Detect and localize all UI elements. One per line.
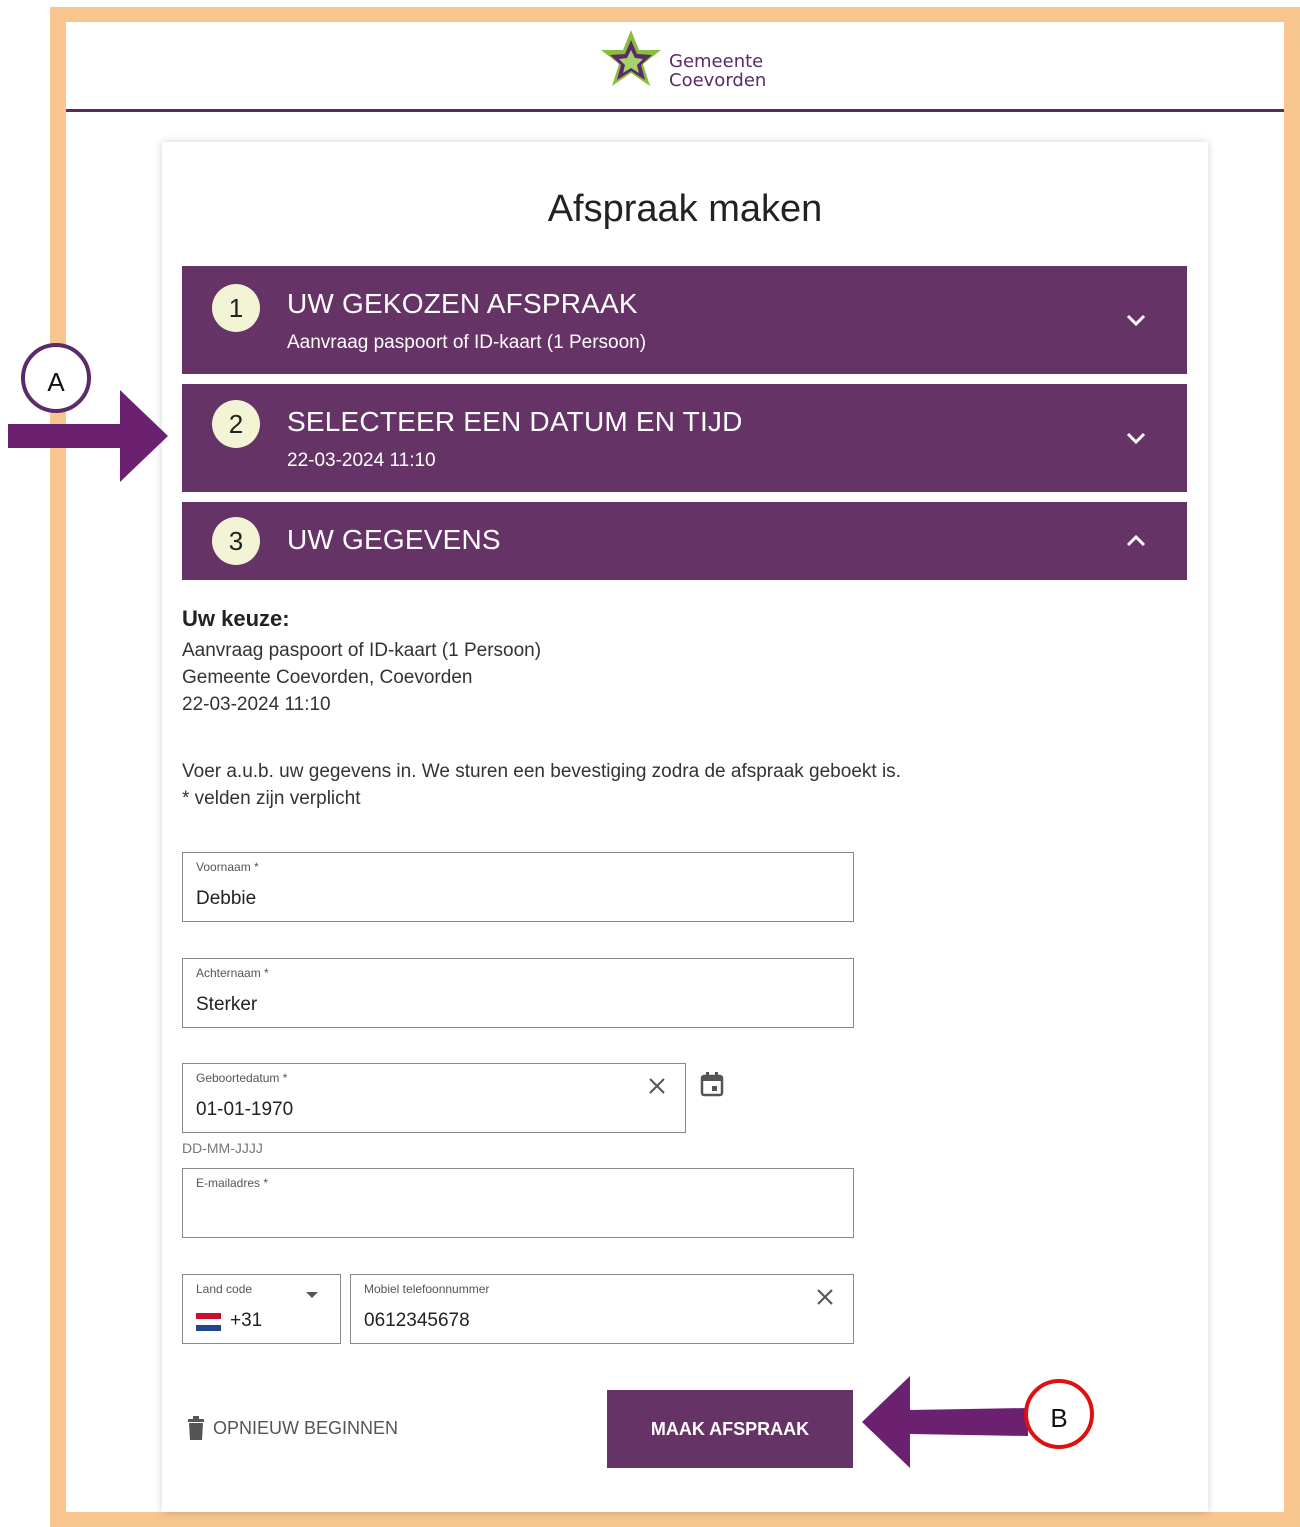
page-title: Afspraak maken: [547, 188, 823, 230]
step-2-header[interactable]: 2 SELECTEER EEN DATUM EN TIJD 22-03-2024…: [182, 384, 1187, 492]
birthdate-value[interactable]: 01-01-1970: [196, 1099, 293, 1121]
annotation-marker-b: B: [1024, 1379, 1094, 1449]
summary-heading: Uw keuze:: [182, 606, 290, 631]
last-name-field[interactable]: Achternaam * Sterker: [182, 958, 854, 1028]
last-name-label: Achternaam *: [196, 966, 269, 980]
birthdate-hint: DD-MM-JJJJ: [182, 1140, 263, 1156]
chevron-down-icon[interactable]: [1125, 309, 1147, 331]
first-name-field[interactable]: Voornaam * Debbie: [182, 852, 854, 922]
first-name-value[interactable]: Debbie: [196, 888, 256, 910]
logo-line-1: Gemeente: [669, 51, 764, 72]
calendar-icon[interactable]: [699, 1071, 725, 1097]
instructions-text: Voer a.u.b. uw gegevens in. We sturen ee…: [182, 761, 901, 782]
step-1-number: 1: [212, 284, 260, 332]
step-3-number: 3: [212, 517, 260, 565]
header-divider: [66, 109, 1284, 112]
make-appointment-button[interactable]: MAAK AFSPRAAK: [607, 1390, 853, 1468]
first-name-label: Voornaam *: [196, 860, 259, 874]
step-2-title: SELECTEER EEN DATUM EN TIJD: [287, 406, 743, 437]
summary-line-service: Aanvraag paspoort of ID-kaart (1 Persoon…: [182, 640, 542, 661]
step-3-title: UW GEGEVENS: [287, 524, 501, 555]
country-code-value: +31: [230, 1310, 263, 1331]
chevron-down-icon[interactable]: [1125, 427, 1147, 449]
phone-value[interactable]: 0612345678: [364, 1310, 470, 1332]
birthdate-field[interactable]: Geboortedatum * 01-01-1970: [182, 1063, 686, 1133]
logo-star-icon: [601, 30, 661, 86]
trash-icon: [188, 1416, 204, 1440]
last-name-value[interactable]: Sterker: [196, 994, 257, 1016]
step-2-subtitle: 22-03-2024 11:10: [287, 450, 436, 471]
birthdate-label: Geboortedatum *: [196, 1071, 288, 1085]
annotation-arrow-b-icon: [862, 1376, 1028, 1468]
netherlands-flag-icon: [196, 1313, 221, 1331]
country-code-label: Land code: [196, 1282, 253, 1296]
logo-line-2: Coevorden: [669, 70, 767, 91]
country-code-select[interactable]: Land code +31: [182, 1274, 341, 1344]
required-note: * velden zijn verplicht: [182, 788, 361, 809]
clear-icon[interactable]: [814, 1286, 836, 1308]
phone-label: Mobiel telefoonnummer: [364, 1282, 490, 1296]
site-logo[interactable]: Gemeente Coevorden: [597, 28, 787, 94]
chevron-up-icon[interactable]: [1125, 530, 1147, 552]
logo-text: Gemeente Coevorden: [669, 52, 766, 90]
summary-line-location: Gemeente Coevorden, Coevorden: [182, 667, 473, 688]
phone-field[interactable]: Mobiel telefoonnummer 0612345678: [350, 1274, 854, 1344]
step-1-header[interactable]: 1 UW GEKOZEN AFSPRAAK Aanvraag paspoort …: [182, 266, 1187, 374]
step-1-subtitle: Aanvraag paspoort of ID-kaart (1 Persoon…: [287, 332, 647, 353]
email-field[interactable]: E-mailadres *: [182, 1168, 854, 1238]
step-1-title: UW GEKOZEN AFSPRAAK: [287, 288, 638, 319]
step-2-number: 2: [212, 400, 260, 448]
restart-button-label: OPNIEUW BEGINNEN: [213, 1418, 399, 1438]
dropdown-arrow-icon[interactable]: [305, 1290, 319, 1300]
step-3-header[interactable]: 3 UW GEGEVENS: [182, 502, 1187, 580]
annotation-marker-a: A: [21, 343, 91, 413]
email-label: E-mailadres *: [196, 1176, 269, 1190]
clear-icon[interactable]: [646, 1075, 668, 1097]
summary-line-datetime: 22-03-2024 11:10: [182, 694, 331, 715]
